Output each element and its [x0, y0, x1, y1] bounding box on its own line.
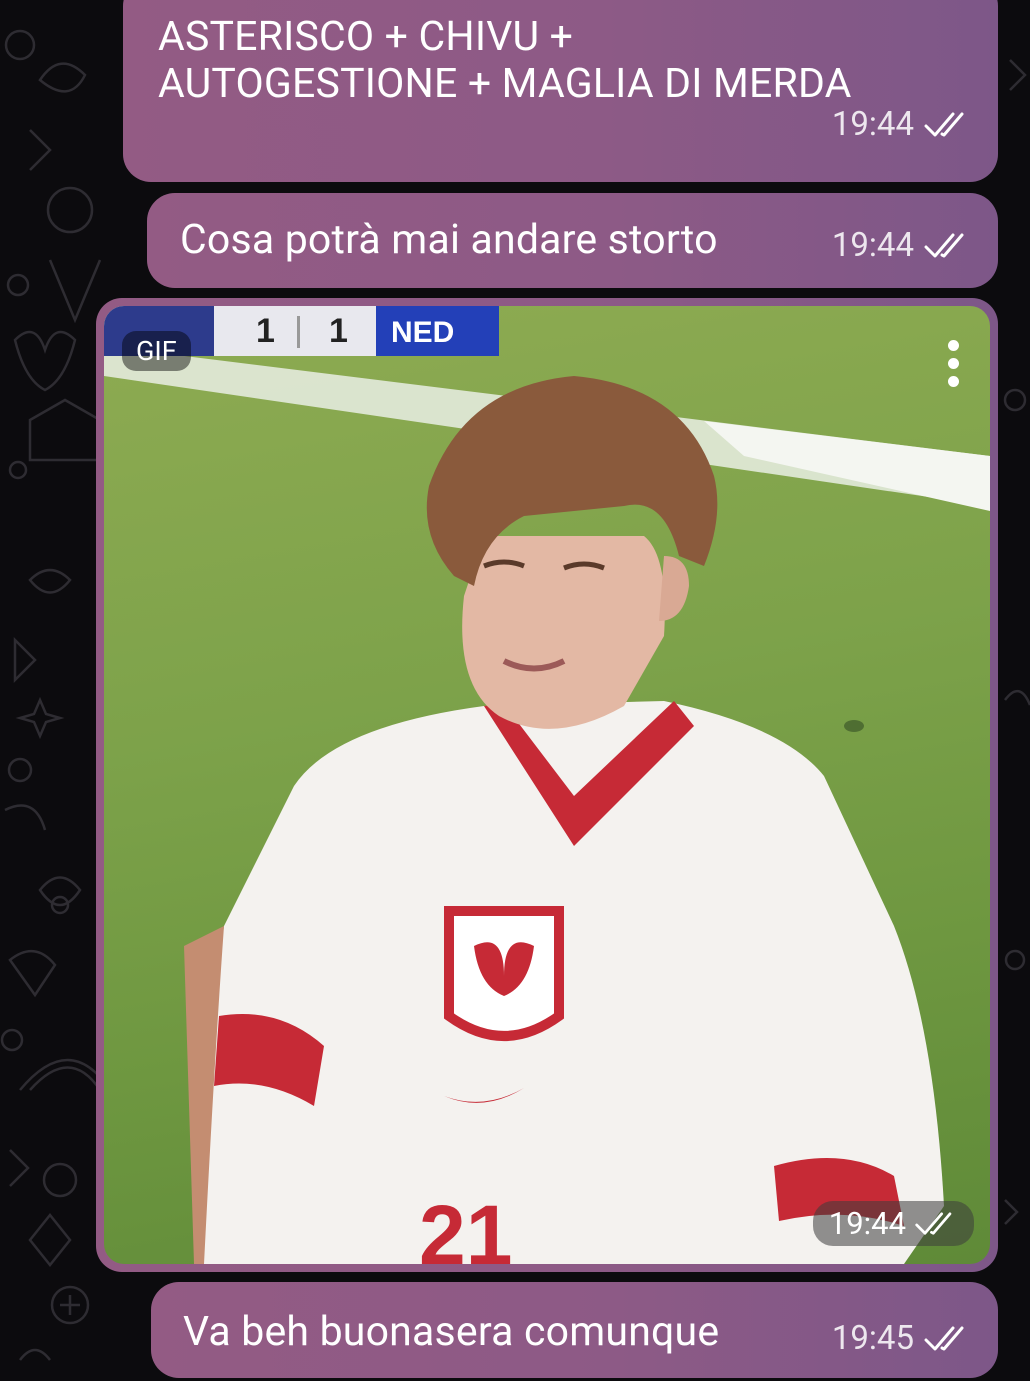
- message-meta: 19:45: [832, 1319, 972, 1358]
- message-time: 19:44: [831, 105, 914, 144]
- message-text: Cosa potrà mai andare storto: [180, 216, 718, 264]
- message-bubble[interactable]: ASTERISCO + CHIVU + AUTOGESTIONE + MAGLI…: [123, 0, 998, 182]
- message-meta: 19:44: [832, 226, 972, 265]
- double-check-icon: [924, 1326, 964, 1350]
- message-meta: 19:44: [812, 1201, 974, 1246]
- message-meta: 19:44: [832, 105, 972, 144]
- double-check-icon: [915, 1211, 952, 1235]
- message-bubble[interactable]: Va beh buonasera comunque 19:45: [151, 1282, 998, 1378]
- message-time: 19:44: [831, 226, 914, 265]
- double-check-icon: [924, 112, 964, 136]
- gif-media[interactable]: 1 1 NED 21 GIF 19:44: [104, 306, 990, 1264]
- gif-image: 1 1 NED 21: [104, 306, 990, 1264]
- more-options-icon[interactable]: [946, 340, 960, 388]
- gif-badge: GIF: [122, 331, 191, 371]
- message-bubble[interactable]: Cosa potrà mai andare storto 19:44: [147, 193, 998, 288]
- message-text: Va beh buonasera comunque: [183, 1308, 720, 1356]
- message-text: ASTERISCO + CHIVU + AUTOGESTIONE + MAGLI…: [158, 13, 852, 108]
- message-time: 19:45: [831, 1319, 914, 1358]
- home-score: 1: [256, 312, 275, 350]
- gif-message-bubble[interactable]: 1 1 NED 21 GIF 19:44: [96, 298, 998, 1272]
- message-time: 19:44: [828, 1205, 906, 1242]
- away-score: 1: [329, 312, 348, 350]
- double-check-icon: [924, 233, 964, 257]
- away-team: NED: [391, 316, 454, 349]
- shirt-number: 21: [419, 1188, 512, 1264]
